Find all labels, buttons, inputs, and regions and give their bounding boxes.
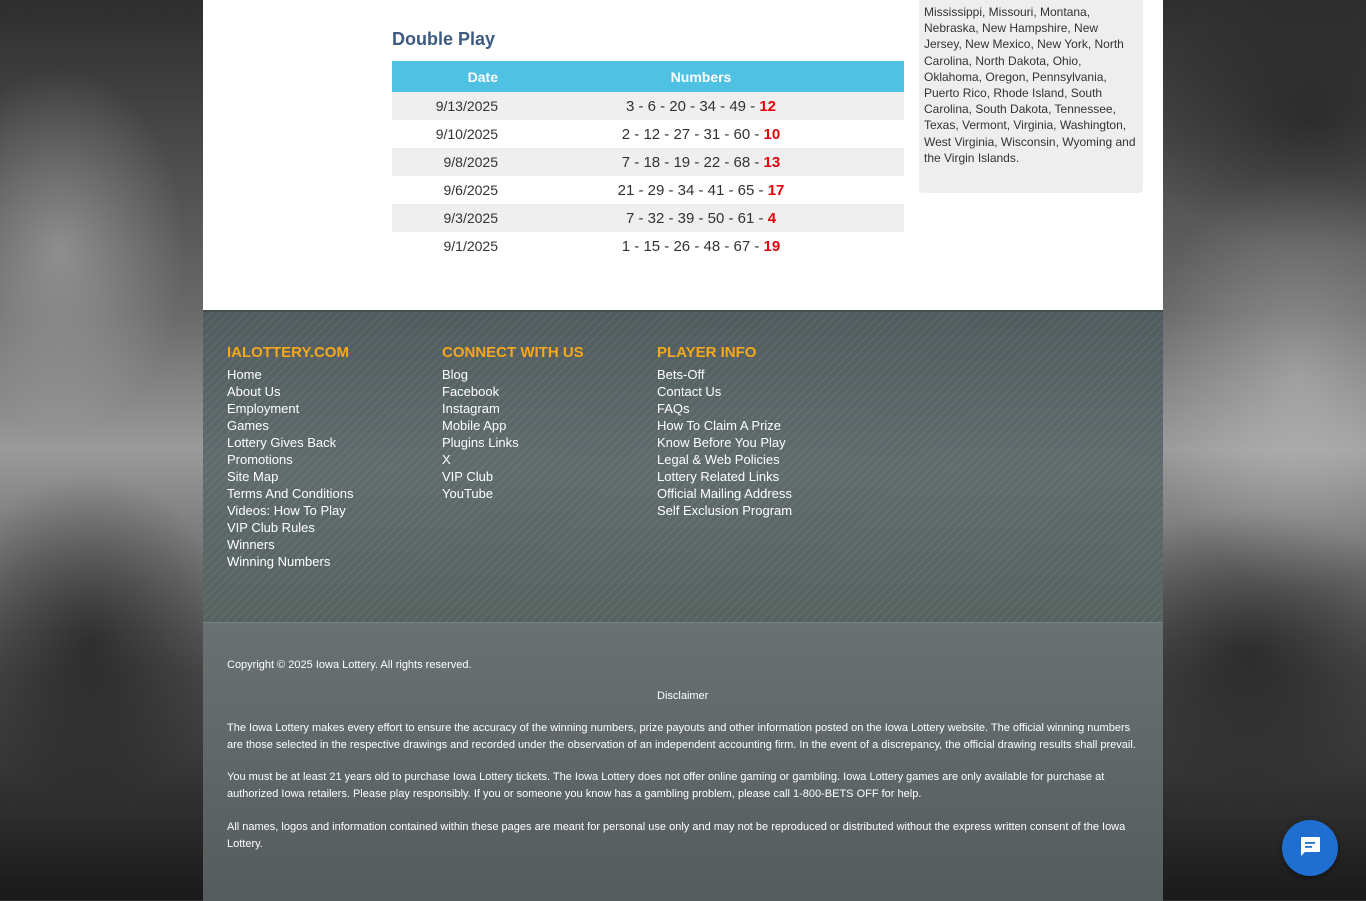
footer-link-claim-prize[interactable]: How To Claim A Prize <box>657 417 857 434</box>
footer-link-instagram[interactable]: Instagram <box>442 400 642 417</box>
footer-link-winning-numbers[interactable]: Winning Numbers <box>227 553 427 570</box>
table-row: 9/8/2025 7 - 18 - 19 - 22 - 68 - 13 <box>392 148 904 176</box>
copyright-text: Copyright © 2025 Iowa Lottery. All right… <box>227 659 472 671</box>
footer-column-connect: CONNECT WITH US Blog Facebook Instagram … <box>442 344 642 502</box>
disclaimer-text: The Iowa Lottery makes every effort to e… <box>227 722 1136 751</box>
main-numbers: 7 - 18 - 19 - 22 - 68 - <box>621 153 764 171</box>
chat-bubble-icon <box>1298 834 1322 863</box>
double-play-title: Double Play <box>392 29 496 49</box>
draw-date: 9/6/2025 <box>443 182 499 198</box>
states-info-box: Mississippi, Missouri, Montana, Nebraska… <box>919 0 1143 193</box>
footer-link-games[interactable]: Games <box>227 417 427 434</box>
footer-link-site-map[interactable]: Site Map <box>227 468 427 485</box>
bonus-number: 4 <box>767 209 777 227</box>
table-row: 9/6/2025 21 - 29 - 34 - 41 - 65 - 17 <box>392 176 904 204</box>
footer-link-mobile-app[interactable]: Mobile App <box>442 417 642 434</box>
footer-link-videos[interactable]: Videos: How To Play <box>227 502 427 519</box>
table-row: 9/10/2025 2 - 12 - 27 - 31 - 60 - 10 <box>392 120 904 148</box>
footer-link-vip-club-rules[interactable]: VIP Club Rules <box>227 519 427 536</box>
bonus-number: 19 <box>763 237 781 255</box>
footer-column-player-info: PLAYER INFO Bets-Off Contact Us FAQs How… <box>657 344 857 519</box>
footer-link-terms[interactable]: Terms And Conditions <box>227 485 427 502</box>
footer-link-faqs[interactable]: FAQs <box>657 400 857 417</box>
footer-link-employment[interactable]: Employment <box>227 400 427 417</box>
draw-date: 9/1/2025 <box>443 238 499 254</box>
footer-link-bets-off[interactable]: Bets-Off <box>657 366 857 383</box>
footer-links-section: IALOTTERY.COM Home About Us Employment G… <box>203 310 1163 624</box>
draw-numbers: 1 - 15 - 26 - 48 - 67 - 19 <box>498 232 904 260</box>
footer-link-winners[interactable]: Winners <box>227 536 427 553</box>
footer-link-facebook[interactable]: Facebook <box>442 383 642 400</box>
footer-link-lottery-gives-back[interactable]: Lottery Gives Back <box>227 434 427 451</box>
draw-numbers: 2 - 12 - 27 - 31 - 60 - 10 <box>498 120 904 148</box>
main-numbers: 21 - 29 - 34 - 41 - 65 - <box>617 181 768 199</box>
chat-button[interactable] <box>1282 820 1338 876</box>
footer-link-self-exclusion[interactable]: Self Exclusion Program <box>657 502 857 519</box>
draw-date: 9/10/2025 <box>435 126 498 142</box>
footer-link-home[interactable]: Home <box>227 366 427 383</box>
draw-numbers: 7 - 18 - 19 - 22 - 68 - 13 <box>498 148 904 176</box>
main-numbers: 2 - 12 - 27 - 31 - 60 - <box>621 125 764 143</box>
footer-link-promotions[interactable]: Promotions <box>227 451 427 468</box>
results-table: Date Numbers 9/13/2025 3 - 6 - 20 - 34 -… <box>392 61 904 260</box>
footer-link-contact-us[interactable]: Contact Us <box>657 383 857 400</box>
footer-link-vip-club[interactable]: VIP Club <box>442 468 642 485</box>
age-notice-text: You must be at least 21 years old to pur… <box>227 771 1105 800</box>
disclaimer-title: Disclaimer <box>657 690 709 702</box>
bonus-number: 13 <box>763 153 781 171</box>
footer-link-blog[interactable]: Blog <box>442 366 642 383</box>
footer-link-know-before-you-play[interactable]: Know Before You Play <box>657 434 857 451</box>
draw-date: 9/13/2025 <box>392 92 498 120</box>
numbers-column-header: Numbers <box>498 61 904 92</box>
footer-heading-connect: CONNECT WITH US <box>442 344 584 361</box>
main-numbers: 3 - 6 - 20 - 34 - 49 - <box>625 97 760 115</box>
footer-link-legal-policies[interactable]: Legal & Web Policies <box>657 451 857 468</box>
rights-text: All names, logos and information contain… <box>227 821 1126 850</box>
footer-legal-section: Copyright © 2025 Iowa Lottery. All right… <box>203 622 1163 901</box>
footer-heading-player-info: PLAYER INFO <box>657 344 757 361</box>
draw-date: 9/3/2025 <box>392 204 498 232</box>
main-numbers: 7 - 32 - 39 - 50 - 61 - <box>625 209 768 227</box>
footer-link-related-links[interactable]: Lottery Related Links <box>657 468 857 485</box>
footer-heading-ialottery: IALOTTERY.COM <box>227 344 349 361</box>
table-header-row: Date Numbers <box>392 61 904 92</box>
footer-link-mailing-address[interactable]: Official Mailing Address <box>657 485 857 502</box>
footer-link-plugins[interactable]: Plugins Links <box>442 434 642 451</box>
page-container: Double Play Date Numbers 9/13/2025 3 - 6… <box>203 0 1163 901</box>
footer-link-about-us[interactable]: About Us <box>227 383 427 400</box>
states-list-text: Mississippi, Missouri, Montana, Nebraska… <box>924 5 1136 165</box>
draw-numbers: 21 - 29 - 34 - 41 - 65 - 17 <box>498 176 904 204</box>
bonus-number: 12 <box>759 97 777 115</box>
table-row: 9/3/2025 7 - 32 - 39 - 50 - 61 - 4 <box>392 204 904 232</box>
main-content: Double Play Date Numbers 9/13/2025 3 - 6… <box>203 0 1163 310</box>
draw-numbers: 3 - 6 - 20 - 34 - 49 - 12 <box>498 92 904 120</box>
main-numbers: 1 - 15 - 26 - 48 - 67 - <box>621 237 764 255</box>
footer-link-x[interactable]: X <box>442 451 642 468</box>
footer-link-youtube[interactable]: YouTube <box>442 485 642 502</box>
draw-numbers: 7 - 32 - 39 - 50 - 61 - 4 <box>498 204 904 232</box>
draw-date: 9/8/2025 <box>392 148 498 176</box>
bonus-number: 10 <box>763 125 781 143</box>
date-column-header: Date <box>392 61 498 92</box>
table-row: 9/13/2025 3 - 6 - 20 - 34 - 49 - 12 <box>392 92 904 120</box>
bonus-number: 17 <box>767 181 785 199</box>
footer-column-ialottery: IALOTTERY.COM Home About Us Employment G… <box>227 344 427 570</box>
table-row: 9/1/2025 1 - 15 - 26 - 48 - 67 - 19 <box>392 232 904 260</box>
